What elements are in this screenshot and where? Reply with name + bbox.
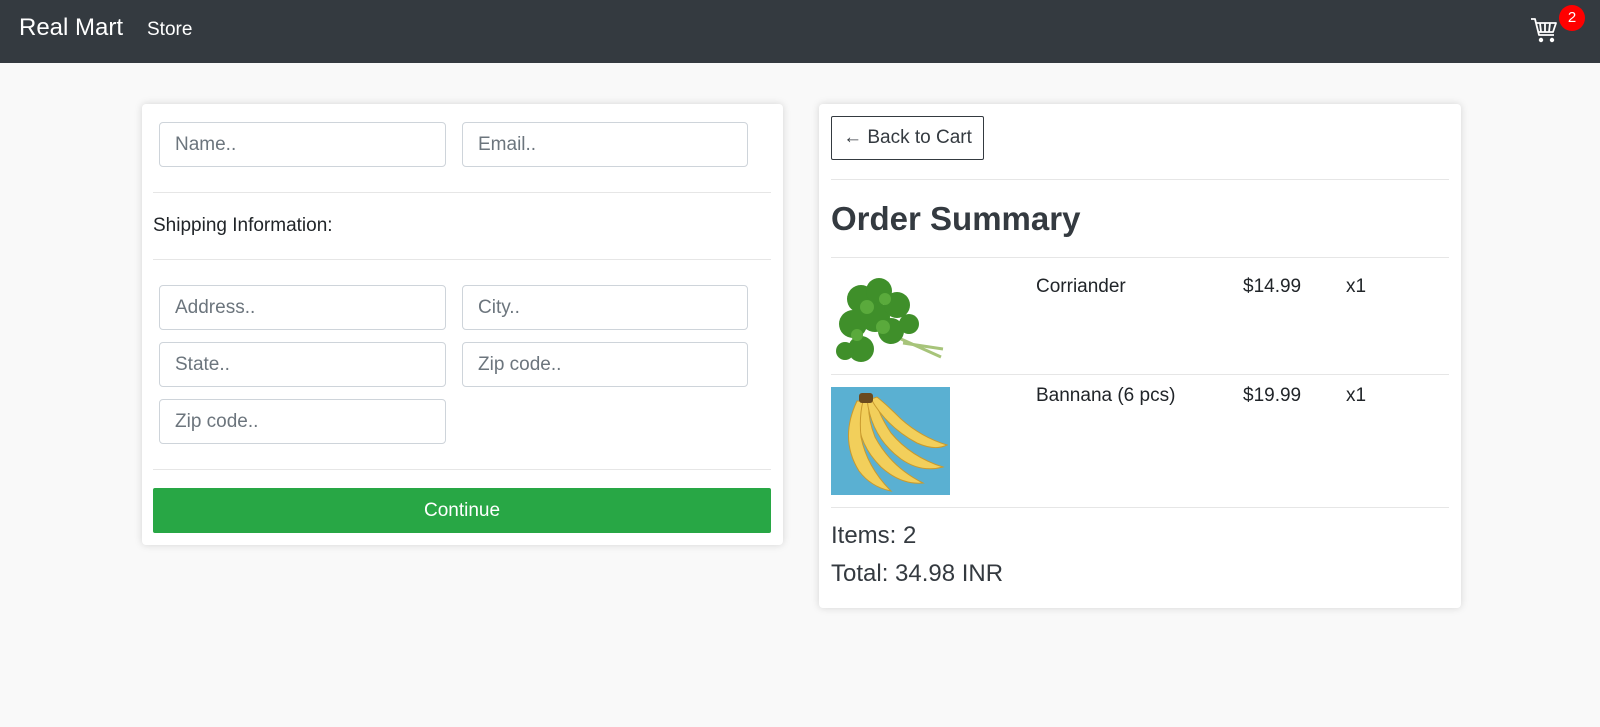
zip-code-input-2[interactable]	[159, 399, 446, 444]
order-summary-card: ← Back to Cart Order Summary Corriander …	[819, 104, 1461, 608]
item-quantity: x1	[1346, 276, 1367, 297]
state-input[interactable]	[159, 342, 446, 387]
divider	[831, 374, 1449, 375]
city-input[interactable]	[462, 285, 748, 330]
cart-count-badge: 2	[1559, 5, 1585, 31]
items-count: Items: 2	[831, 522, 917, 549]
cart-icon[interactable]	[1530, 15, 1558, 45]
divider	[153, 259, 771, 260]
divider	[153, 192, 771, 193]
continue-button[interactable]: Continue	[153, 488, 771, 533]
checkout-form-card: Shipping Information: Continue	[142, 104, 783, 545]
divider	[831, 507, 1449, 508]
email-input[interactable]	[462, 122, 748, 167]
item-name: Bannana (6 pcs)	[1036, 385, 1176, 406]
navbar: Real Mart Store 2	[0, 0, 1600, 63]
back-to-cart-button[interactable]: ← Back to Cart	[831, 116, 984, 160]
coriander-image	[831, 269, 950, 377]
item-price: $19.99	[1243, 385, 1302, 406]
brand-logo[interactable]: Real Mart	[19, 14, 123, 42]
item-quantity: x1	[1346, 385, 1367, 406]
address-input[interactable]	[159, 285, 446, 330]
order-summary-title: Order Summary	[831, 200, 1081, 237]
nav-store-link[interactable]: Store	[147, 19, 192, 41]
banana-image	[831, 387, 950, 495]
divider	[831, 257, 1449, 258]
order-total: Total: 34.98 INR	[831, 560, 1004, 587]
item-name: Corriander	[1036, 276, 1126, 297]
shipping-info-label: Shipping Information:	[153, 215, 333, 236]
divider	[153, 469, 771, 470]
divider	[831, 179, 1449, 180]
zip-code-input[interactable]	[462, 342, 748, 387]
item-price: $14.99	[1243, 276, 1302, 297]
name-input[interactable]	[159, 122, 446, 167]
